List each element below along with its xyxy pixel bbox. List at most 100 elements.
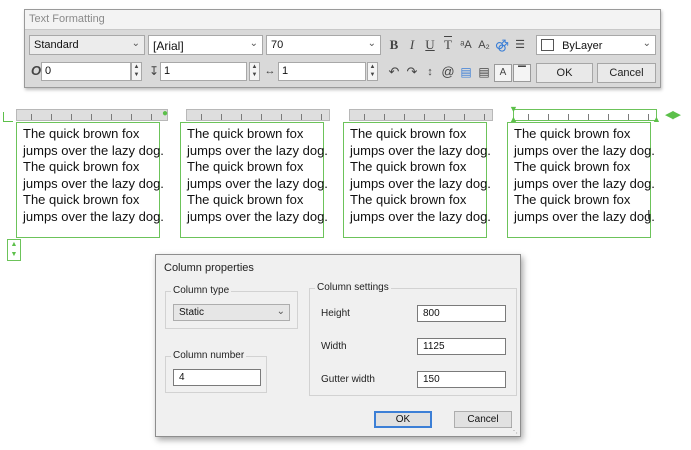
text-column-3[interactable]: The quick brown fox jumps over the lazy … [343, 122, 491, 238]
change-case-icon[interactable]: ᵃA [457, 36, 475, 54]
width-factor-spin-buttons[interactable]: ▲ ▼ [367, 62, 378, 81]
toolbar-title: Text Formatting [25, 10, 660, 30]
column-settings-label: Column settings [315, 282, 391, 293]
oblique-spin-buttons[interactable]: ▲ ▼ [131, 62, 142, 81]
width-label: Width [321, 341, 347, 352]
color-select[interactable]: ByLayer ⌄ [536, 35, 656, 55]
symbol-icon[interactable]: @ [439, 63, 457, 81]
font-select[interactable]: [Arial] ⌄ [148, 35, 263, 55]
chevron-down-icon: ⌄ [131, 38, 140, 49]
underline-icon[interactable]: U [421, 36, 439, 54]
background-mask-icon[interactable]: A [494, 64, 512, 82]
text-line: jumps over the lazy dog. [514, 208, 655, 224]
text-line: jumps over the lazy dog. [350, 142, 491, 158]
text-height-value: 70 [271, 39, 284, 51]
height-label: Height [321, 308, 350, 319]
tracking-input[interactable]: 1 [160, 62, 247, 81]
text-line: The quick brown fox [187, 192, 304, 207]
column-number-group: Column number 4 [165, 350, 267, 393]
toolbar-cancel-button[interactable]: Cancel [597, 63, 656, 83]
text-line: The quick brown fox [350, 126, 467, 141]
ruler-icon[interactable]: ▔ [513, 64, 531, 82]
style-value: Standard [34, 39, 79, 51]
width-factor-input[interactable]: 1 [278, 62, 366, 81]
insert-field-icon[interactable]: ▤ [457, 63, 475, 81]
text-line: The quick brown fox [23, 126, 140, 141]
resize-grip-icon[interactable]: ⋱ [510, 426, 518, 435]
tracking-spin-buttons[interactable]: ▲ ▼ [249, 62, 260, 81]
toolbar-ok-button[interactable]: OK [536, 63, 593, 83]
column-type-select[interactable]: Static ⌄ [173, 304, 290, 321]
text-line: jumps over the lazy dog. [23, 142, 164, 158]
column-type-group: Column type Static ⌄ [165, 285, 298, 329]
column-number-label: Column number [171, 350, 247, 361]
text-line: jumps over the lazy dog. [350, 175, 491, 191]
text-line: The quick brown fox [350, 192, 467, 207]
first-line-indent-icon[interactable]: ▼ [509, 104, 518, 114]
text-line: The quick brown fox [23, 192, 140, 207]
height-input[interactable]: 800 [417, 305, 506, 322]
stack-fraction-icon[interactable]: ↕ [421, 63, 439, 81]
overline-icon[interactable]: T [439, 36, 457, 54]
text-line: The quick brown fox [514, 159, 631, 174]
chevron-down-icon: ⌄ [367, 38, 376, 49]
text-line: The quick brown fox [350, 159, 467, 174]
ruler-corner-marker [3, 112, 13, 122]
text-line: jumps over the lazy dog. [187, 208, 328, 224]
text-formatting-toolbar: Text Formatting Standard ⌄ [Arial] ⌄ 70 … [24, 9, 661, 88]
style-select[interactable]: Standard ⌄ [29, 35, 145, 55]
text-line: jumps over the lazy dog. [187, 142, 328, 158]
bold-icon[interactable]: B [385, 36, 403, 54]
text-line: jumps over the lazy dog. [23, 175, 164, 191]
chevron-down-icon: ⌄ [249, 38, 258, 49]
width-input[interactable]: 1125 [417, 338, 506, 355]
gutter-width-input[interactable]: 150 [417, 371, 506, 388]
text-line: jumps over the lazy dog. [514, 142, 655, 158]
color-swatch [541, 39, 554, 51]
column-type-label: Column type [171, 285, 232, 296]
text-height-select[interactable]: 70 ⌄ [266, 35, 381, 55]
text-line: The quick brown fox [187, 159, 304, 174]
dialog-cancel-button[interactable]: Cancel [454, 411, 512, 428]
text-line: The quick brown fox [514, 192, 631, 207]
text-column-1[interactable]: The quick brown fox jumps over the lazy … [16, 122, 164, 238]
text-line: The quick brown fox [514, 126, 631, 141]
column-type-value: Static [179, 307, 205, 318]
text-line: The quick brown fox [23, 159, 140, 174]
text-line: The quick brown fox [187, 126, 304, 141]
width-factor-icon: ↔ [264, 65, 276, 77]
column-settings-group: Column settings Height 800 Width 1125 Gu… [309, 282, 517, 396]
dialog-title: Column properties [164, 262, 254, 274]
width-resize-arrows-icon[interactable]: ◀▶ [665, 108, 681, 121]
text-line: jumps over the lazy dog. [187, 175, 328, 191]
font-value: [Arial] [153, 39, 184, 53]
column-width-handle-icon[interactable]: ● [162, 108, 168, 119]
gutter-width-label: Gutter width [321, 374, 375, 385]
right-indent-icon[interactable]: ▲ [652, 114, 661, 124]
text-line: jumps over the lazy dog. [350, 208, 491, 224]
column-4-ruler[interactable] [513, 109, 657, 121]
column-properties-dialog: Column properties Column type Static ⌄ C… [155, 254, 521, 437]
column-3-ruler [349, 109, 493, 121]
dialog-ok-button[interactable]: OK [374, 411, 432, 428]
column-2-ruler [186, 109, 330, 121]
color-value: ByLayer [562, 40, 603, 52]
column-1-ruler[interactable] [16, 109, 168, 121]
oblique-angle-input[interactable]: 0 [41, 62, 131, 81]
columns-icon[interactable]: ⚣ [493, 36, 511, 54]
column-number-input[interactable]: 4 [173, 369, 261, 386]
redo-icon[interactable]: ↷ [403, 63, 421, 81]
text-line: jumps over the lazy dog. [514, 175, 655, 191]
paragraph-icon[interactable]: ▤ [475, 63, 493, 81]
text-line: jumps over the lazy dog. [23, 208, 164, 224]
text-cursor-icon: I [647, 207, 651, 222]
undo-icon[interactable]: ↶ [385, 63, 403, 81]
stack-icon[interactable]: A₂ [475, 36, 493, 54]
italic-icon[interactable]: I [403, 36, 421, 54]
text-column-2[interactable]: The quick brown fox jumps over the lazy … [180, 122, 328, 238]
text-column-4[interactable]: The quick brown fox jumps over the lazy … [507, 122, 655, 238]
column-height-handle-icon[interactable]: ▲ ▼ [7, 239, 21, 261]
chevron-down-icon: ⌄ [642, 38, 651, 49]
numbering-icon[interactable]: ☰ [511, 36, 529, 54]
chevron-down-icon: ⌄ [276, 306, 285, 317]
